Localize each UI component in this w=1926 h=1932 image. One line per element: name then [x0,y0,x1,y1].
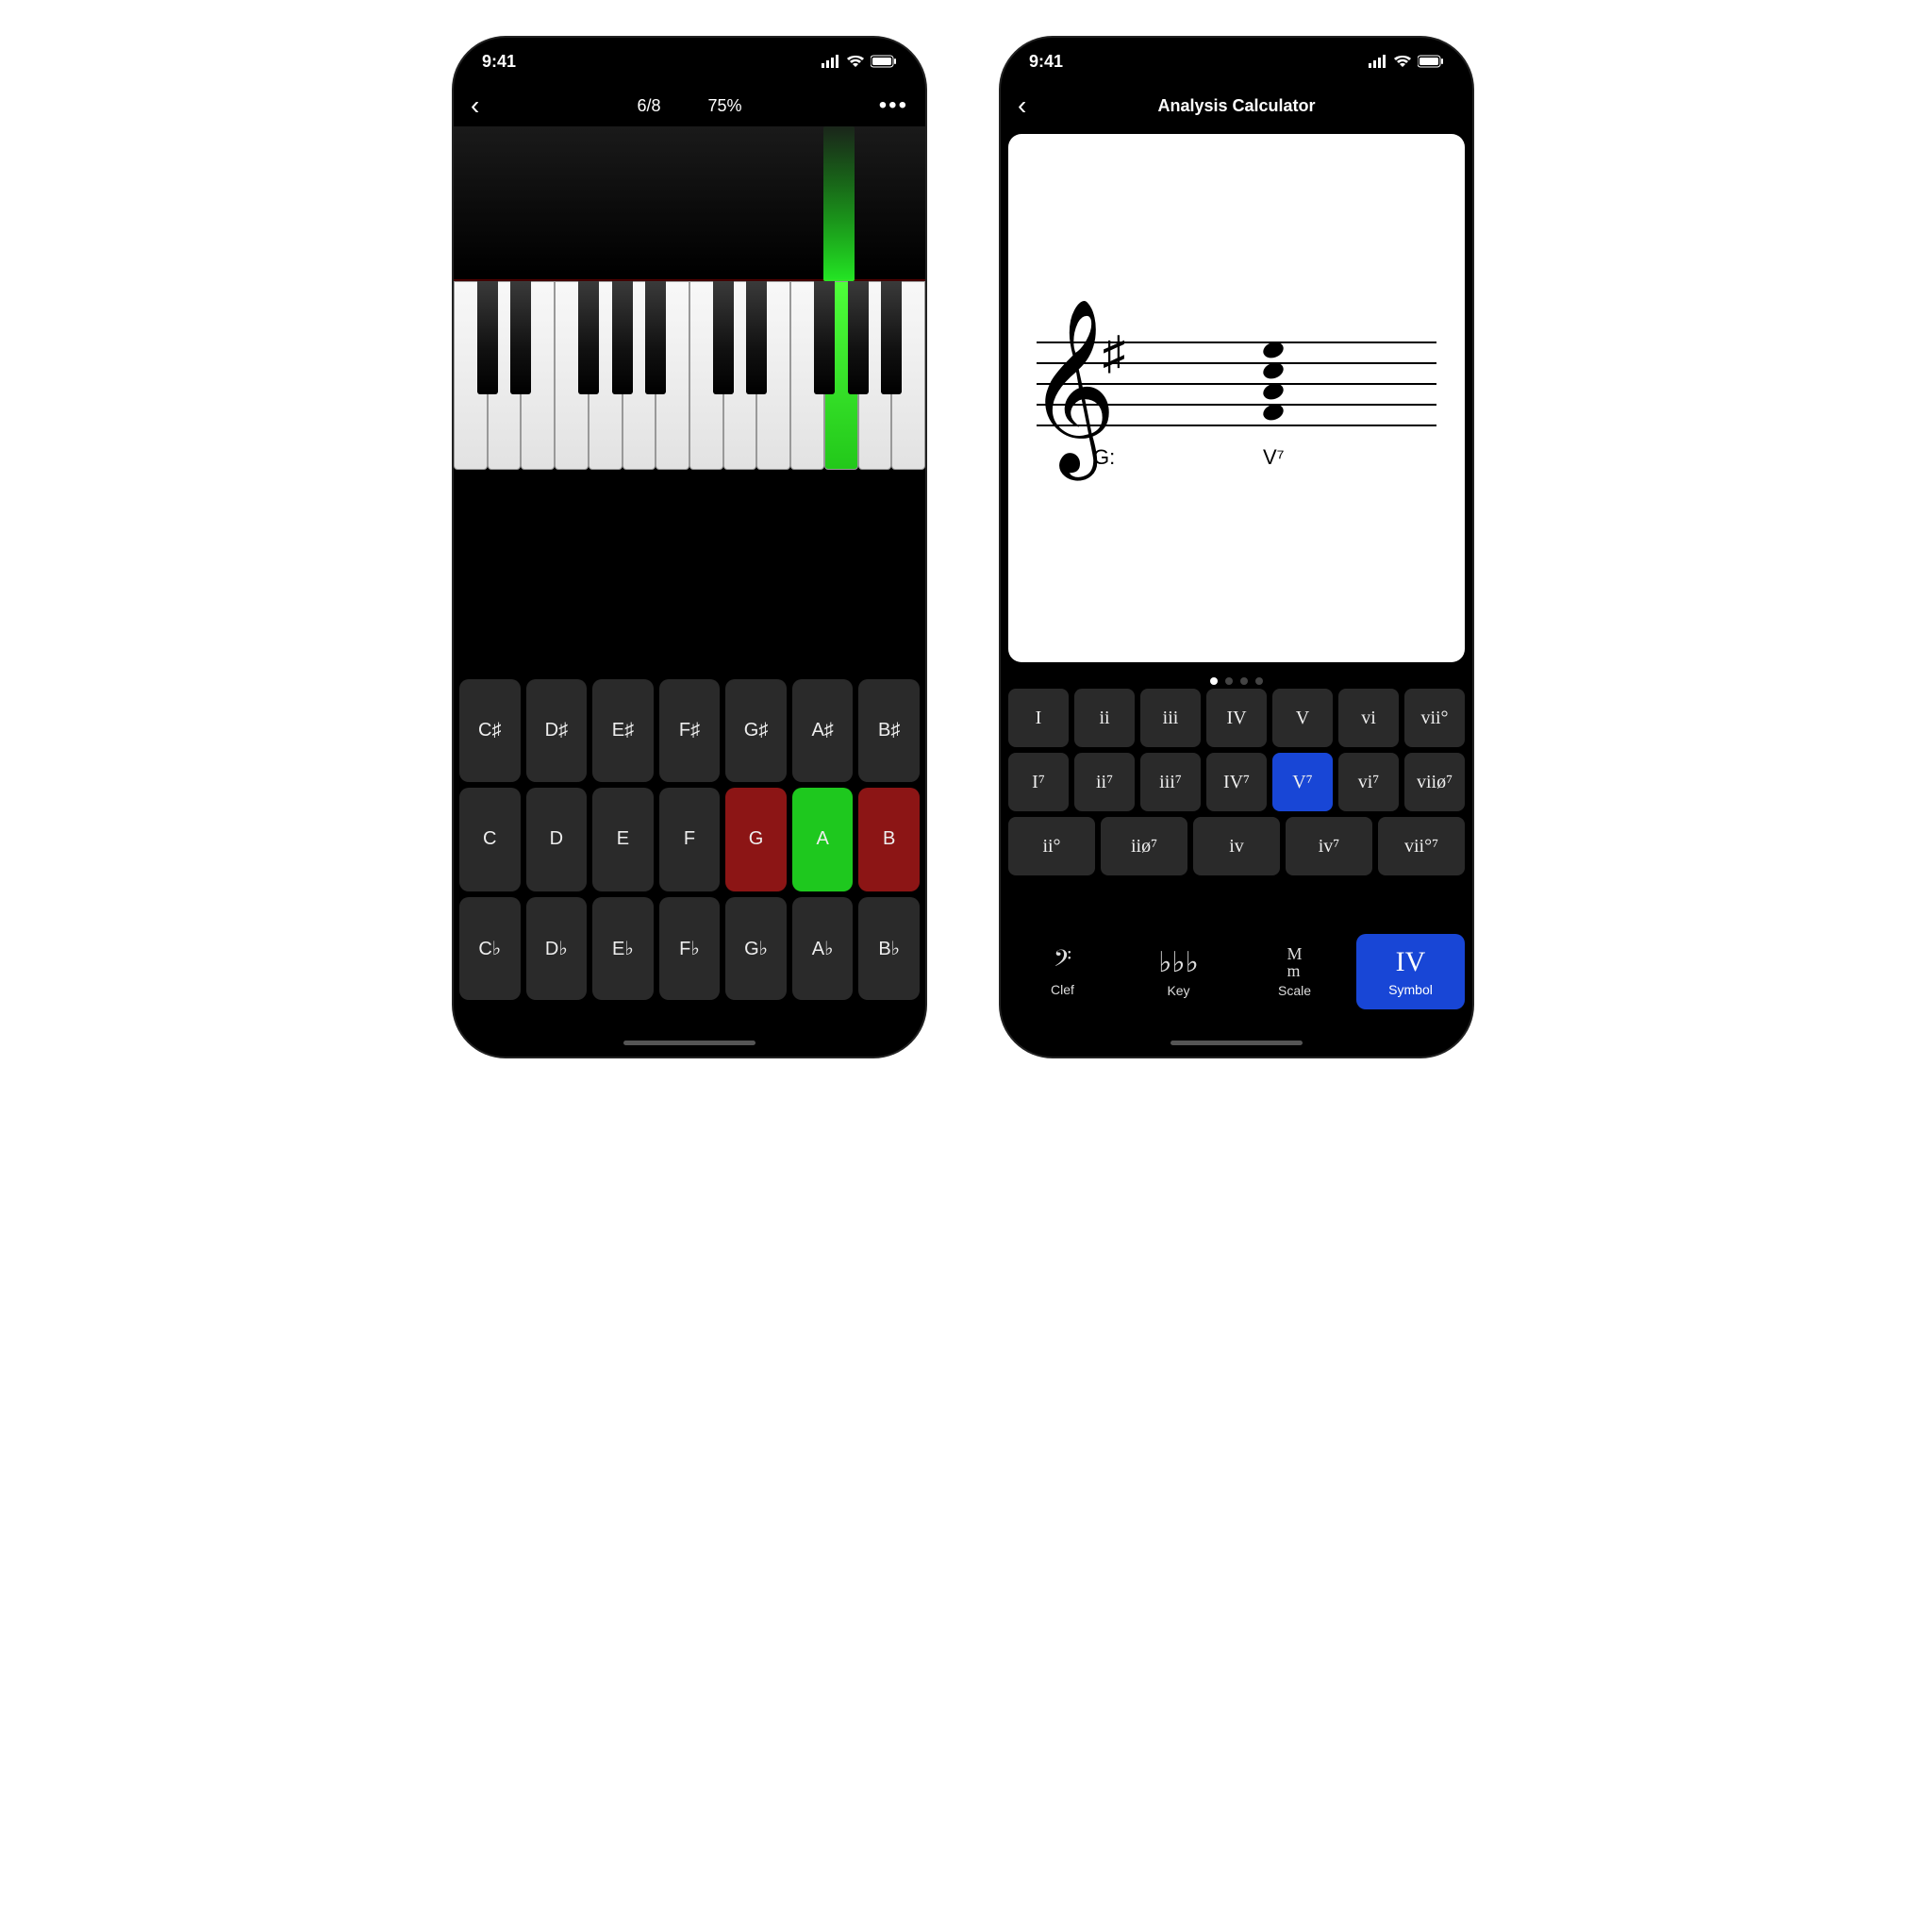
black-key[interactable] [612,281,633,394]
roman-button[interactable]: ii° [1008,817,1095,875]
scale-icon: Mm [1287,945,1302,979]
black-key[interactable] [510,281,531,394]
note-button[interactable]: E [592,788,654,891]
note-button[interactable]: B [858,788,920,891]
flats-icon: ♭♭♭ [1158,946,1198,979]
roman-button[interactable]: ii⁷ [1074,753,1135,811]
note-button[interactable]: E♭ [592,897,654,1000]
note-answer-grid: C♯D♯E♯F♯G♯A♯B♯ CDEFGAB C♭D♭E♭F♭G♭A♭B♭ [454,679,925,1000]
phone-screen-2: 9:41 ‹ Analysis Calculator 𝄞 ♯ G: V⁷ [1001,38,1472,1057]
roman-button[interactable]: ii [1074,689,1135,747]
percent-label: 75% [708,96,742,116]
status-time: 9:41 [1029,52,1063,72]
note-button[interactable]: G♯ [725,679,787,782]
roman-icon: IV [1396,946,1426,978]
tab-symbol[interactable]: IV Symbol [1356,934,1465,1009]
note-button[interactable]: F♭ [659,897,721,1000]
wifi-icon [1393,55,1412,68]
nav-bar: ‹ 6/8 75% ••• [454,85,925,126]
back-button[interactable]: ‹ [471,91,479,121]
status-icons [822,55,897,68]
bass-clef-icon: 𝄢 [1054,946,1071,978]
home-indicator[interactable] [1171,1041,1303,1045]
note-button[interactable]: C [459,788,521,891]
nav-bar: ‹ Analysis Calculator [1001,85,1472,126]
tab-key[interactable]: ♭♭♭ Key [1124,934,1233,1009]
note-button[interactable]: D♯ [526,679,588,782]
roman-button[interactable]: vi [1338,689,1399,747]
score-card[interactable]: 𝄞 ♯ G: V⁷ [1008,134,1465,662]
battery-icon [871,55,897,68]
black-key[interactable] [746,281,767,394]
black-key[interactable] [477,281,498,394]
notch [586,38,793,68]
roman-button[interactable]: iv⁷ [1286,817,1372,875]
note-button[interactable]: A [792,788,854,891]
roman-button[interactable]: vii° [1404,689,1465,747]
roman-button[interactable]: IV⁷ [1206,753,1267,811]
roman-button[interactable]: iv [1193,817,1280,875]
roman-button[interactable]: vi⁷ [1338,753,1399,811]
roman-button[interactable]: iiø⁷ [1101,817,1187,875]
piano-display [454,126,925,494]
black-key[interactable] [645,281,666,394]
page-indicator[interactable] [1001,670,1472,689]
note-button[interactable]: A♯ [792,679,854,782]
roman-button[interactable]: V⁷ [1272,753,1333,811]
note-button[interactable]: D♭ [526,897,588,1000]
bottom-tab-bar: 𝄢 Clef ♭♭♭ Key Mm Scale IV Symbol [1001,934,1472,1009]
roman-button[interactable]: viiø⁷ [1404,753,1465,811]
note-button[interactable]: F [659,788,721,891]
chord-label: V⁷ [1263,445,1285,470]
roman-button[interactable]: iii [1140,689,1201,747]
note-button[interactable]: D [526,788,588,891]
note-button[interactable]: B♯ [858,679,920,782]
roman-button[interactable]: I⁷ [1008,753,1069,811]
key-label: G: [1093,445,1115,470]
roman-button[interactable]: vii°⁷ [1378,817,1465,875]
note-button[interactable]: F♯ [659,679,721,782]
battery-icon [1418,55,1444,68]
tab-label: Symbol [1388,982,1433,997]
note-button[interactable]: B♭ [858,897,920,1000]
page-title: Analysis Calculator [1157,96,1315,116]
roman-button[interactable]: iii⁷ [1140,753,1201,811]
tab-scale[interactable]: Mm Scale [1240,934,1349,1009]
status-icons [1369,55,1444,68]
note-button[interactable]: A♭ [792,897,854,1000]
falling-note-beam [823,126,855,281]
wifi-icon [846,55,865,68]
roman-button[interactable]: I [1008,689,1069,747]
roman-button[interactable]: V [1272,689,1333,747]
staff [1037,341,1436,426]
tab-label: Clef [1051,982,1074,997]
roman-numeral-keypad: IiiiiiIVVvivii° I⁷ii⁷iii⁷IV⁷V⁷vi⁷viiø⁷ i… [1001,689,1472,875]
status-time: 9:41 [482,52,516,72]
tab-label: Scale [1278,983,1311,998]
black-key[interactable] [578,281,599,394]
more-button[interactable]: ••• [879,92,908,119]
note-button[interactable]: G♭ [725,897,787,1000]
note-button[interactable]: E♯ [592,679,654,782]
tab-label: Key [1167,983,1189,998]
roman-button[interactable]: IV [1206,689,1267,747]
back-button[interactable]: ‹ [1018,91,1026,121]
black-key[interactable] [713,281,734,394]
black-key[interactable] [881,281,902,394]
note-button[interactable]: C♭ [459,897,521,1000]
black-key[interactable] [848,281,869,394]
phone-screen-1: 9:41 ‹ 6/8 75% ••• C♯D♯E♯F♯G♯A♯B♯ CDEFGAB… [454,38,925,1057]
tab-clef[interactable]: 𝄢 Clef [1008,934,1117,1009]
black-key[interactable] [814,281,835,394]
note-button[interactable]: C♯ [459,679,521,782]
notch [1133,38,1340,68]
cell-signal-icon [1369,55,1387,68]
cell-signal-icon [822,55,840,68]
progress-label: 6/8 [637,96,660,116]
note-button[interactable]: G [725,788,787,891]
home-indicator[interactable] [623,1041,755,1045]
